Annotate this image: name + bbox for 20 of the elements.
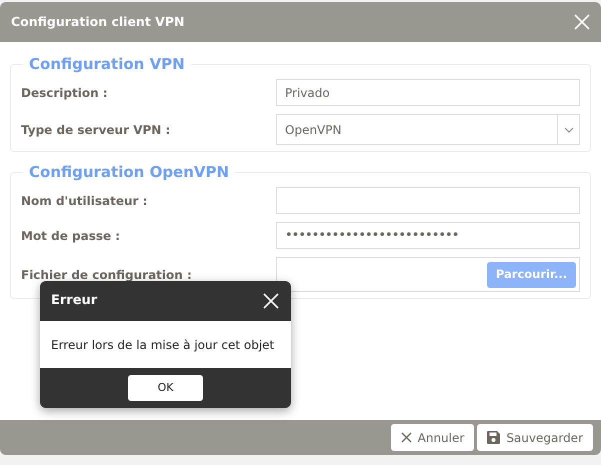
save-button[interactable]: Sauvegarder bbox=[477, 424, 593, 451]
window-title: Configuration client VPN bbox=[11, 12, 184, 31]
close-icon bbox=[573, 13, 591, 31]
cancel-button[interactable]: Annuler bbox=[390, 424, 474, 451]
field-label: Description : bbox=[21, 84, 109, 102]
dialog-title: Erreur bbox=[51, 292, 98, 310]
field-label: Nom d'utilisateur : bbox=[21, 192, 148, 210]
input-field[interactable] bbox=[276, 187, 580, 214]
input-field[interactable]: •••••••••••••••••••••••••• bbox=[276, 222, 580, 249]
input-field[interactable]: Privado bbox=[276, 79, 580, 106]
error-message: Erreur lors de la mise à jour cet objet bbox=[51, 336, 274, 354]
field-label: Mot de passe : bbox=[21, 228, 122, 244]
field-label: Type de serveur VPN : bbox=[21, 122, 172, 138]
close-icon bbox=[400, 432, 412, 443]
chevron-down-icon bbox=[564, 126, 574, 132]
close-button[interactable] bbox=[262, 292, 280, 310]
ok-button[interactable]: OK bbox=[128, 375, 203, 401]
field-label: Fichier de configuration : bbox=[21, 266, 193, 284]
close-icon bbox=[262, 292, 280, 310]
select-field[interactable]: OpenVPN bbox=[276, 114, 580, 145]
